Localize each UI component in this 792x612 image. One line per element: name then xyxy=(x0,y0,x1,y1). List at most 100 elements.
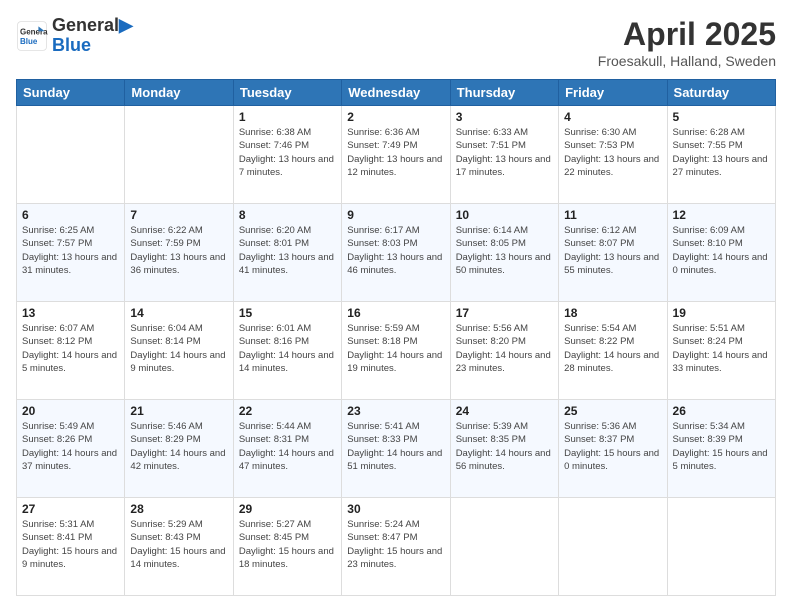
day-number: 23 xyxy=(347,404,444,418)
calendar-week-4: 27 Sunrise: 5:31 AMSunset: 8:41 PMDayligh… xyxy=(17,498,776,596)
day-info: Sunrise: 6:20 AMSunset: 8:01 PMDaylight:… xyxy=(239,224,336,277)
calendar-cell xyxy=(667,498,775,596)
calendar-week-1: 6Sunrise: 6:25 AMSunset: 7:57 PMDaylight… xyxy=(17,204,776,302)
day-number: 10 xyxy=(456,208,553,222)
calendar-cell: 17 Sunrise: 5:56 AMSunset: 8:20 PMDayligh… xyxy=(450,302,558,400)
day-info: Sunrise: 5:59 AMSunset: 8:18 PMDaylight:… xyxy=(347,322,444,375)
calendar-cell: 3Sunrise: 6:33 AMSunset: 7:51 PMDaylight… xyxy=(450,106,558,204)
day-number: 17 xyxy=(456,306,553,320)
month-title: April 2025 xyxy=(598,16,776,53)
day-number: 8 xyxy=(239,208,336,222)
day-info: Sunrise: 5:27 AMSunset: 8:45 PMDaylight:… xyxy=(239,518,336,571)
calendar-table: SundayMondayTuesdayWednesdayThursdayFrid… xyxy=(16,79,776,596)
calendar-cell: 25Sunrise: 5:36 AMSunset: 8:37 PMDayligh… xyxy=(559,400,667,498)
calendar-cell: 1 Sunrise: 6:38 AMSunset: 7:46 PMDaylight… xyxy=(233,106,341,204)
calendar-cell: 19 Sunrise: 5:51 AMSunset: 8:24 PMDayligh… xyxy=(667,302,775,400)
header: General Blue General▶ Blue April 2025 Fr… xyxy=(16,16,776,69)
day-header-saturday: Saturday xyxy=(667,80,775,106)
location-subtitle: Froesakull, Halland, Sweden xyxy=(598,53,776,69)
day-info: Sunrise: 5:49 AMSunset: 8:26 PMDaylight:… xyxy=(22,420,119,473)
day-number: 1 xyxy=(239,110,336,124)
day-number: 30 xyxy=(347,502,444,516)
day-number: 7 xyxy=(130,208,227,222)
calendar-cell: 28 Sunrise: 5:29 AMSunset: 8:43 PMDayligh… xyxy=(125,498,233,596)
calendar-cell: 13Sunrise: 6:07 AMSunset: 8:12 PMDayligh… xyxy=(17,302,125,400)
calendar-cell: 15 Sunrise: 6:01 AMSunset: 8:16 PMDayligh… xyxy=(233,302,341,400)
day-number: 9 xyxy=(347,208,444,222)
calendar-cell: 8 Sunrise: 6:20 AMSunset: 8:01 PMDaylight… xyxy=(233,204,341,302)
day-info: Sunrise: 5:51 AMSunset: 8:24 PMDaylight:… xyxy=(673,322,770,375)
logo: General Blue General▶ Blue xyxy=(16,16,133,56)
day-info: Sunrise: 5:34 AMSunset: 8:39 PMDaylight:… xyxy=(673,420,770,473)
day-info: Sunrise: 6:09 AMSunset: 8:10 PMDaylight:… xyxy=(673,224,770,277)
day-info: Sunrise: 6:36 AMSunset: 7:49 PMDaylight:… xyxy=(347,126,444,179)
calendar-cell: 14Sunrise: 6:04 AMSunset: 8:14 PMDayligh… xyxy=(125,302,233,400)
day-info: Sunrise: 5:29 AMSunset: 8:43 PMDaylight:… xyxy=(130,518,227,571)
day-number: 21 xyxy=(130,404,227,418)
calendar-cell: 9Sunrise: 6:17 AMSunset: 8:03 PMDaylight… xyxy=(342,204,450,302)
calendar-cell xyxy=(125,106,233,204)
calendar-cell: 4 Sunrise: 6:30 AMSunset: 7:53 PMDaylight… xyxy=(559,106,667,204)
calendar-cell: 23 Sunrise: 5:41 AMSunset: 8:33 PMDayligh… xyxy=(342,400,450,498)
day-number: 4 xyxy=(564,110,661,124)
day-info: Sunrise: 6:38 AMSunset: 7:46 PMDaylight:… xyxy=(239,126,336,179)
calendar-week-2: 13Sunrise: 6:07 AMSunset: 8:12 PMDayligh… xyxy=(17,302,776,400)
calendar-cell: 21 Sunrise: 5:46 AMSunset: 8:29 PMDayligh… xyxy=(125,400,233,498)
calendar-cell: 24 Sunrise: 5:39 AMSunset: 8:35 PMDayligh… xyxy=(450,400,558,498)
day-number: 26 xyxy=(673,404,770,418)
day-info: Sunrise: 6:01 AMSunset: 8:16 PMDaylight:… xyxy=(239,322,336,375)
calendar-cell: 18Sunrise: 5:54 AMSunset: 8:22 PMDayligh… xyxy=(559,302,667,400)
day-info: Sunrise: 5:46 AMSunset: 8:29 PMDaylight:… xyxy=(130,420,227,473)
day-number: 12 xyxy=(673,208,770,222)
calendar-week-0: 1 Sunrise: 6:38 AMSunset: 7:46 PMDaylight… xyxy=(17,106,776,204)
day-info: Sunrise: 5:31 AMSunset: 8:41 PMDaylight:… xyxy=(22,518,119,571)
calendar-cell: 12 Sunrise: 6:09 AMSunset: 8:10 PMDayligh… xyxy=(667,204,775,302)
day-info: Sunrise: 5:24 AMSunset: 8:47 PMDaylight:… xyxy=(347,518,444,571)
svg-text:General: General xyxy=(20,27,48,36)
calendar-cell: 7Sunrise: 6:22 AMSunset: 7:59 PMDaylight… xyxy=(125,204,233,302)
svg-text:Blue: Blue xyxy=(20,37,38,46)
day-header-sunday: Sunday xyxy=(17,80,125,106)
day-number: 24 xyxy=(456,404,553,418)
day-number: 29 xyxy=(239,502,336,516)
logo-icon: General Blue xyxy=(16,20,48,52)
day-number: 11 xyxy=(564,208,661,222)
calendar-cell: 22 Sunrise: 5:44 AMSunset: 8:31 PMDayligh… xyxy=(233,400,341,498)
page: General Blue General▶ Blue April 2025 Fr… xyxy=(0,0,792,612)
calendar-cell: 27 Sunrise: 5:31 AMSunset: 8:41 PMDayligh… xyxy=(17,498,125,596)
calendar-cell: 20 Sunrise: 5:49 AMSunset: 8:26 PMDayligh… xyxy=(17,400,125,498)
day-info: Sunrise: 5:44 AMSunset: 8:31 PMDaylight:… xyxy=(239,420,336,473)
calendar-header-row: SundayMondayTuesdayWednesdayThursdayFrid… xyxy=(17,80,776,106)
day-header-friday: Friday xyxy=(559,80,667,106)
calendar-cell: 30 Sunrise: 5:24 AMSunset: 8:47 PMDayligh… xyxy=(342,498,450,596)
calendar-cell: 11Sunrise: 6:12 AMSunset: 8:07 PMDayligh… xyxy=(559,204,667,302)
day-info: Sunrise: 5:39 AMSunset: 8:35 PMDaylight:… xyxy=(456,420,553,473)
calendar-cell: 29 Sunrise: 5:27 AMSunset: 8:45 PMDayligh… xyxy=(233,498,341,596)
day-info: Sunrise: 5:56 AMSunset: 8:20 PMDaylight:… xyxy=(456,322,553,375)
day-info: Sunrise: 5:41 AMSunset: 8:33 PMDaylight:… xyxy=(347,420,444,473)
day-number: 19 xyxy=(673,306,770,320)
day-number: 27 xyxy=(22,502,119,516)
calendar-cell: 2 Sunrise: 6:36 AMSunset: 7:49 PMDaylight… xyxy=(342,106,450,204)
day-info: Sunrise: 6:04 AMSunset: 8:14 PMDaylight:… xyxy=(130,322,227,375)
day-header-monday: Monday xyxy=(125,80,233,106)
day-info: Sunrise: 6:30 AMSunset: 7:53 PMDaylight:… xyxy=(564,126,661,179)
day-header-tuesday: Tuesday xyxy=(233,80,341,106)
day-number: 13 xyxy=(22,306,119,320)
calendar-cell xyxy=(559,498,667,596)
day-number: 18 xyxy=(564,306,661,320)
calendar-week-3: 20 Sunrise: 5:49 AMSunset: 8:26 PMDayligh… xyxy=(17,400,776,498)
day-number: 28 xyxy=(130,502,227,516)
calendar-cell: 5Sunrise: 6:28 AMSunset: 7:55 PMDaylight… xyxy=(667,106,775,204)
day-info: Sunrise: 6:14 AMSunset: 8:05 PMDaylight:… xyxy=(456,224,553,277)
day-number: 3 xyxy=(456,110,553,124)
day-number: 22 xyxy=(239,404,336,418)
calendar-cell xyxy=(17,106,125,204)
day-number: 15 xyxy=(239,306,336,320)
day-header-thursday: Thursday xyxy=(450,80,558,106)
day-number: 20 xyxy=(22,404,119,418)
day-number: 2 xyxy=(347,110,444,124)
day-info: Sunrise: 6:25 AMSunset: 7:57 PMDaylight:… xyxy=(22,224,119,277)
day-info: Sunrise: 5:36 AMSunset: 8:37 PMDaylight:… xyxy=(564,420,661,473)
day-number: 5 xyxy=(673,110,770,124)
